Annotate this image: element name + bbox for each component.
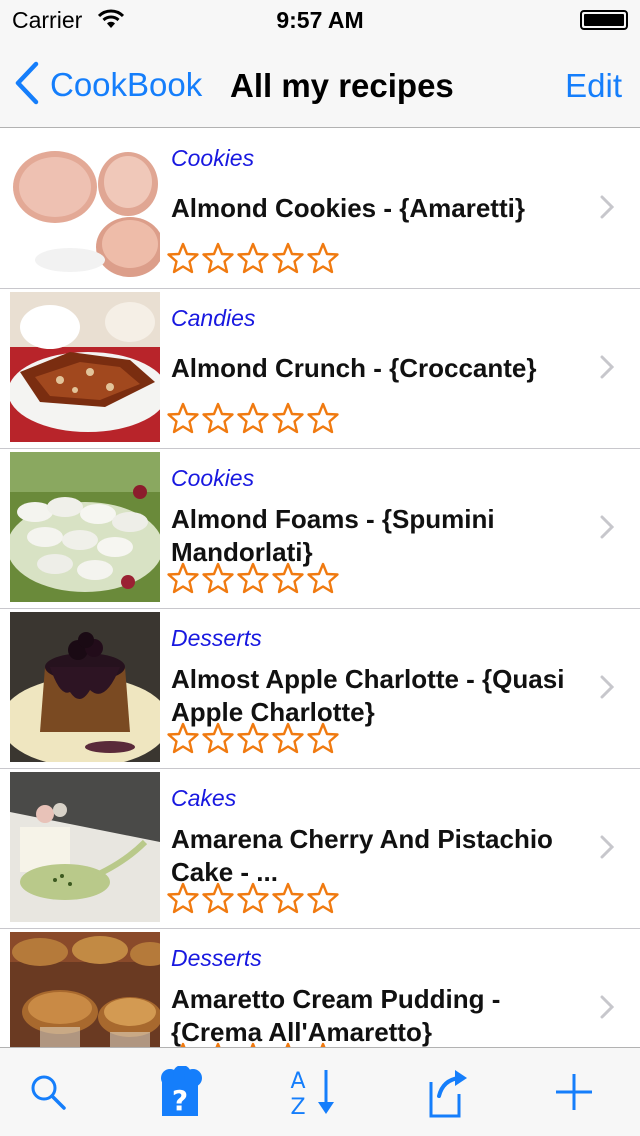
recipe-row[interactable]: Desserts Almost Apple Charlotte - {Quasi… (0, 609, 640, 769)
star-icon[interactable] (271, 402, 305, 439)
star-icon[interactable] (201, 562, 235, 599)
recipe-thumbnail (10, 772, 160, 922)
star-icon[interactable] (166, 402, 200, 439)
chevron-right-icon (600, 835, 615, 864)
recipe-category: Desserts (171, 625, 262, 651)
share-button[interactable] (418, 1066, 474, 1122)
recipe-row[interactable]: Cookies Almond Foams - {Spumini Mandorla… (0, 449, 640, 609)
star-icon[interactable] (201, 402, 235, 439)
star-icon[interactable] (201, 882, 235, 919)
recipe-category: Cookies (171, 465, 255, 491)
add-icon (554, 1072, 594, 1117)
star-icon[interactable] (201, 722, 235, 759)
sort-az-icon: A Z (286, 1066, 342, 1123)
star-icon[interactable] (236, 722, 270, 759)
star-icon[interactable] (306, 882, 340, 919)
status-bar: Carrier 9:57 AM (0, 0, 640, 40)
recipe-row[interactable]: Desserts Amaretto Cream Pudding - {Crema… (0, 929, 640, 1047)
bottom-toolbar: ? A Z (0, 1047, 640, 1136)
star-icon[interactable] (236, 562, 270, 599)
star-icon[interactable] (166, 882, 200, 919)
share-icon (421, 1066, 471, 1123)
recipe-thumbnail (10, 452, 160, 602)
star-icon[interactable] (236, 242, 270, 279)
star-icon[interactable] (271, 562, 305, 599)
recipe-category: Candies (171, 305, 256, 331)
star-icon[interactable] (166, 562, 200, 599)
star-icon[interactable] (271, 722, 305, 759)
rating-stars[interactable] (166, 562, 340, 599)
star-icon[interactable] (236, 882, 270, 919)
search-button[interactable] (20, 1066, 76, 1122)
star-icon[interactable] (236, 402, 270, 439)
star-icon[interactable] (271, 242, 305, 279)
recipe-title: Almond Cookies - {Amaretti} (171, 193, 525, 223)
recipe-title: Almost Apple Charlotte - {Quasi Apple Ch… (171, 664, 565, 727)
search-icon (28, 1072, 68, 1117)
recipe-row[interactable]: Cookies Almond Cookies - {Amaretti} (0, 129, 640, 289)
chevron-right-icon (600, 515, 615, 544)
edit-button[interactable]: Edit (565, 67, 622, 105)
star-icon[interactable] (166, 242, 200, 279)
help-button[interactable]: ? (152, 1064, 208, 1123)
recipe-title: Almond Foams - {Spumini Mandorlati} (171, 504, 495, 567)
star-icon[interactable] (306, 562, 340, 599)
rating-stars[interactable] (166, 242, 340, 279)
sort-button[interactable]: A Z (286, 1066, 342, 1122)
recipe-category: Desserts (171, 945, 262, 971)
page-title: All my recipes (230, 67, 454, 104)
star-icon[interactable] (306, 242, 340, 279)
star-icon[interactable] (306, 722, 340, 759)
rating-stars[interactable] (166, 722, 340, 759)
clock: 9:57 AM (276, 7, 364, 33)
recipe-title: Amaretto Cream Pudding - {Crema All'Amar… (171, 984, 501, 1047)
star-icon[interactable] (306, 402, 340, 439)
svg-text:?: ? (172, 1084, 188, 1117)
chevron-right-icon (600, 675, 615, 704)
chef-help-icon: ? (154, 1064, 206, 1123)
rating-stars[interactable] (166, 882, 340, 919)
chevron-left-icon (14, 61, 40, 110)
star-icon[interactable] (201, 242, 235, 279)
svg-text:A: A (290, 1069, 305, 1094)
rating-stars[interactable] (166, 402, 340, 439)
recipe-thumbnail (10, 932, 160, 1047)
recipe-row[interactable]: Candies Almond Crunch - {Croccante} (0, 289, 640, 449)
chevron-right-icon (600, 355, 615, 384)
recipe-title: Almond Crunch - {Croccante} (171, 353, 537, 383)
add-recipe-button[interactable] (546, 1066, 602, 1122)
recipe-title: Amarena Cherry And Pistachio Cake - ... (171, 824, 553, 887)
recipe-list: Cookies Almond Cookies - {Amaretti} Cand… (0, 129, 640, 1047)
recipe-category: Cookies (171, 145, 255, 171)
recipe-category: Cakes (171, 785, 237, 811)
star-icon[interactable] (271, 882, 305, 919)
back-button-label: CookBook (50, 66, 203, 103)
svg-text:Z: Z (290, 1095, 305, 1118)
back-button[interactable]: CookBook (14, 60, 202, 110)
recipe-thumbnail (10, 292, 160, 442)
battery-icon (580, 10, 628, 30)
chevron-right-icon (600, 995, 615, 1024)
recipe-row[interactable]: Cakes Amarena Cherry And Pistachio Cake … (0, 769, 640, 929)
star-icon[interactable] (166, 722, 200, 759)
navigation-bar: CookBook All my recipes Edit (0, 40, 640, 128)
recipe-thumbnail (10, 132, 160, 282)
recipe-thumbnail (10, 612, 160, 762)
chevron-right-icon (600, 195, 615, 224)
